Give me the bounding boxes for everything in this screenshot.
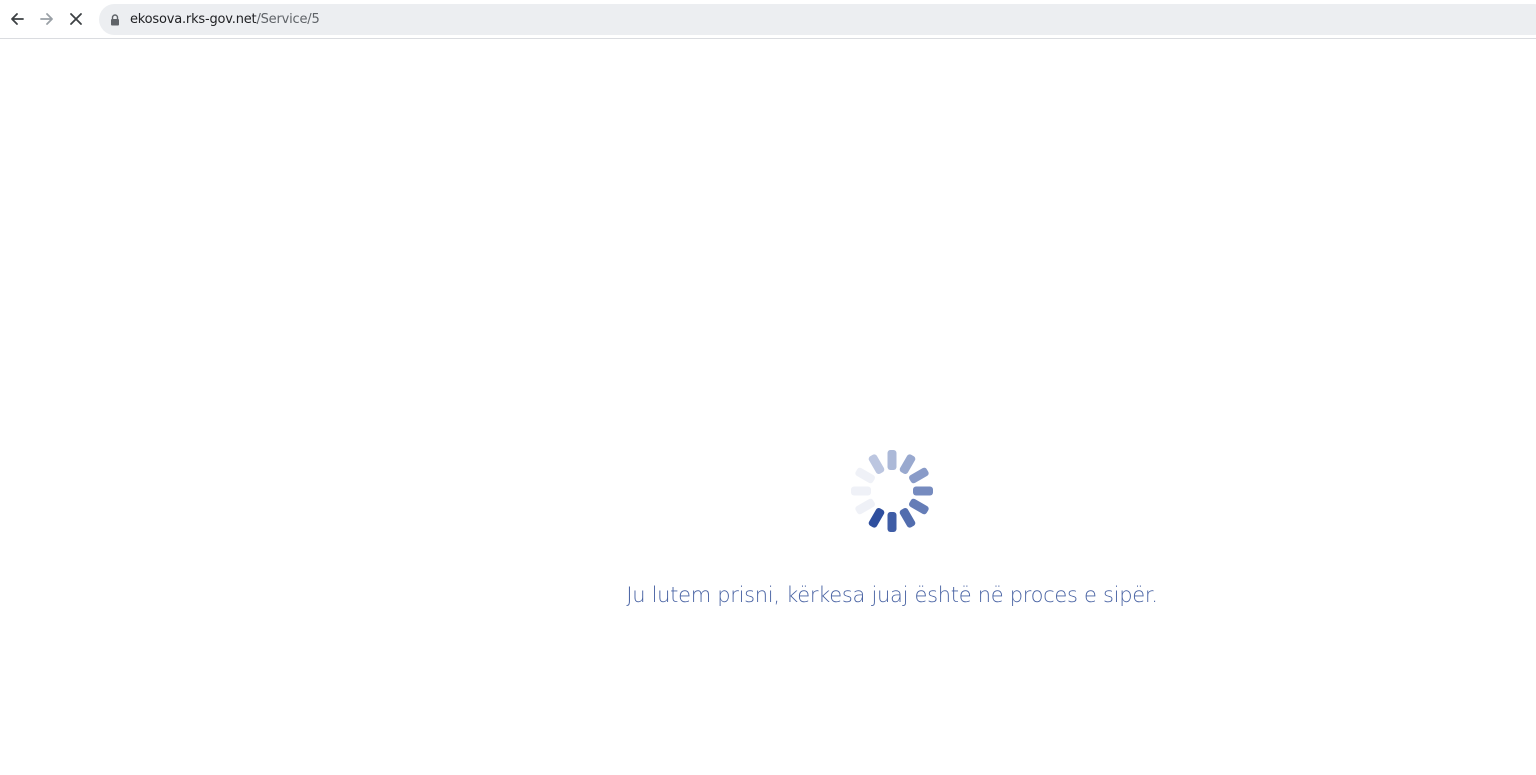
spinner-segment	[899, 508, 916, 528]
spinner-segment	[913, 486, 933, 496]
spinner-segment	[909, 467, 929, 484]
forward-button[interactable]	[34, 5, 60, 33]
lock-icon[interactable]	[110, 13, 122, 27]
spinner-segment	[909, 498, 929, 515]
spinner-segment	[887, 512, 897, 532]
close-icon	[70, 13, 82, 25]
spinner-segment	[899, 454, 916, 474]
spinner-segment	[887, 450, 897, 470]
spinner-segment	[851, 486, 871, 496]
arrow-left-icon	[11, 13, 24, 25]
url-path: /Service/5	[256, 12, 320, 27]
page-content: Ju lutem prisni, kërkesa juaj është në p…	[0, 40, 1536, 775]
arrow-right-icon	[40, 13, 53, 25]
url-text: ekosova.rks-gov.net/Service/5	[130, 12, 320, 27]
loading-spinner	[851, 450, 933, 532]
spinner-segment	[868, 454, 885, 474]
spinner-segment	[855, 467, 875, 484]
browser-toolbar: ekosova.rks-gov.net/Service/5	[0, 0, 1536, 39]
back-button[interactable]	[4, 5, 30, 33]
stop-loading-button[interactable]	[63, 5, 89, 33]
address-bar[interactable]: ekosova.rks-gov.net/Service/5	[99, 4, 1536, 35]
url-host: ekosova.rks-gov.net	[130, 12, 257, 27]
spinner-segment	[855, 498, 875, 515]
spinner-segment	[868, 508, 885, 528]
loading-message: Ju lutem prisni, kërkesa juaj është në p…	[626, 583, 1158, 607]
